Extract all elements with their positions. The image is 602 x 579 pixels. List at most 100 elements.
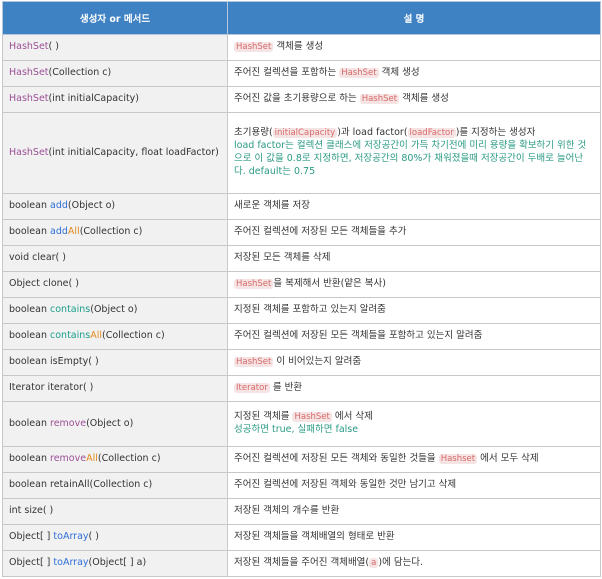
description-cell: 지정된 객체를 HashSet 에서 삭제 성공하면 true, 실패하면 fa… (227, 401, 601, 447)
method-name: HashSet (9, 93, 49, 105)
method-cell: boolean contains(Object o) (2, 297, 228, 324)
code-highlight: HashSet (359, 94, 400, 105)
description-text: 을 복제해서 반환(얕은 복사) (273, 278, 386, 290)
method-cell: HashSet(int initialCapacity) (2, 86, 228, 113)
description-cell: 저장된 모든 객체를 삭제 (227, 245, 601, 272)
description-cell: 새로운 객체를 저장 (227, 193, 601, 220)
code-highlight: HashSet (234, 279, 274, 290)
table-row: boolean removeAll(Collection c) 주어진 컬렉션에… (2, 446, 601, 473)
table-row: void clear( ) 저장된 모든 객체를 삭제 (2, 245, 601, 272)
table-row: boolean add(Object o) 새로운 객체를 저장 (2, 193, 601, 220)
method-cell: boolean removeAll(Collection c) (2, 446, 228, 473)
description-text: 주어진 값을 초기용량으로 하는 (234, 93, 360, 105)
description-note: load factor는 컬렉션 클래스에 저장공간이 가득 차기전에 미리 용… (234, 140, 587, 177)
table-row: boolean retainAll(Collection c) 주어진 컬렉션에… (2, 472, 601, 499)
description-text: 초기용량( (234, 127, 273, 139)
method-name: HashSet (9, 41, 49, 53)
table-row: boolean addAll(Collection c) 주어진 컬렉션에 저장… (2, 219, 601, 246)
table-row: boolean contains(Object o) 지정된 객체를 포함하고 … (2, 297, 601, 324)
code-highlight: HashSet (292, 412, 332, 423)
method-signature: ( ) (88, 531, 99, 543)
description-text: 객체를 생성 (399, 93, 449, 105)
description-text: )에 담는다. (378, 557, 424, 569)
method-name: toArray (53, 557, 89, 569)
method-cell: int size( ) (2, 498, 228, 525)
description-cell: 주어진 컬렉션에 저장된 객체와 동일한 것만 남기고 삭제 (227, 472, 601, 499)
description-text: 이 비어있는지 알려줌 (273, 356, 362, 368)
description-cell: 주어진 값을 초기용량으로 하는 HashSet 객체를 생성 (227, 86, 601, 113)
method-cell: void clear( ) (2, 245, 228, 272)
description-text: 주어진 컬렉션을 포함하는 (234, 67, 340, 79)
method-cell: boolean containsAll(Collection c) (2, 323, 228, 350)
method-cell: boolean addAll(Collection c) (2, 219, 228, 246)
table-row: boolean remove(Object o) 지정된 객체를 HashSet… (2, 401, 601, 447)
table-row: int size( ) 저장된 객체의 개수를 반환 (2, 498, 601, 525)
method-signature: (Collection c) (79, 226, 143, 238)
method-name-suffix: All (90, 330, 103, 342)
description-cell: Iterator 를 반환 (227, 375, 601, 402)
method-signature: (int initialCapacity, float loadFactor) (48, 146, 219, 158)
table-row: Object clone( ) HashSet 을 복제해서 반환(얕은 복사) (2, 271, 601, 298)
method-name: remove (50, 453, 87, 465)
header-method: 생성자 or 메서드 (2, 1, 228, 35)
description-text: 객체 생성 (378, 67, 420, 79)
description-line: 초기용량(initialCapacity)과 load factor(loadF… (234, 127, 594, 140)
return-type: boolean (9, 453, 51, 465)
method-cell: HashSet(Collection c) (2, 60, 228, 87)
table-header-row: 생성자 or 메서드 설 명 (2, 1, 601, 35)
description-text: 새로운 객체를 저장 (234, 200, 310, 212)
method-name: HashSet (9, 67, 49, 79)
method-signature: (Collection c) (48, 67, 112, 79)
method-signature: (Object[ ] a) (88, 557, 147, 569)
description-cell: 저장된 객체의 개수를 반환 (227, 498, 601, 525)
description-cell: 초기용량(initialCapacity)과 load factor(loadF… (227, 112, 601, 194)
return-type: Object[ ] (9, 557, 54, 569)
description-text: 저장된 객체들을 주어진 객체배열( (234, 557, 370, 569)
description-text: 주어진 컬렉션에 저장된 모든 객체와 동일한 것들을 (234, 453, 439, 465)
table-row: Object[ ] toArray( ) 저장된 객체들을 객체배열의 형태로 … (2, 524, 601, 551)
method-signature: void clear( ) (9, 252, 66, 264)
code-highlight: HashSet (234, 357, 274, 368)
return-type: boolean (9, 330, 51, 342)
code-highlight: Iterator (234, 383, 270, 394)
description-text: 주어진 컬렉션에 저장된 객체와 동일한 것만 남기고 삭제 (234, 479, 457, 491)
method-signature: int size( ) (9, 505, 54, 517)
description-text: )과 load factor( (337, 127, 408, 139)
return-type: boolean (9, 417, 51, 429)
method-name: HashSet (9, 146, 49, 158)
description-cell: 주어진 컬렉션을 포함하는 HashSet 객체 생성 (227, 60, 601, 87)
method-signature: Iterator iterator( ) (9, 382, 94, 394)
description-text: 주어진 컬렉션에 저장된 모든 객체들을 추가 (234, 226, 407, 238)
code-highlight: initialCapacity (272, 128, 338, 139)
code-highlight: Hashset (438, 454, 478, 465)
method-signature: (Object o) (67, 200, 116, 212)
description-text: 저장된 객체의 개수를 반환 (234, 505, 340, 517)
method-name-suffix: All (67, 226, 80, 238)
return-type: boolean (9, 304, 51, 316)
table-row: boolean containsAll(Collection c) 주어진 컬렉… (2, 323, 601, 350)
description-cell: HashSet 을 복제해서 반환(얕은 복사) (227, 271, 601, 298)
method-signature: (Object o) (90, 304, 138, 316)
table-row: boolean isEmpty( ) HashSet 이 비어있는지 알려줌 (2, 349, 601, 376)
table-row: HashSet(int initialCapacity) 주어진 값을 초기용량… (2, 86, 601, 113)
method-name-suffix: All (86, 453, 98, 465)
method-signature: (int initialCapacity) (48, 93, 140, 105)
method-cell: HashSet(int initialCapacity, float loadF… (2, 112, 228, 194)
method-cell: Object[ ] toArray( ) (2, 524, 228, 551)
description-cell: 주어진 컬렉션에 저장된 모든 객체들을 포함하고 있는지 알려줌 (227, 323, 601, 350)
method-cell: Object clone( ) (2, 271, 228, 298)
return-type: Object[ ] (9, 531, 54, 543)
method-cell: boolean remove(Object o) (2, 401, 228, 447)
code-highlight: HashSet (234, 42, 274, 53)
code-highlight: HashSet (339, 68, 379, 79)
description-cell: HashSet 이 비어있는지 알려줌 (227, 349, 601, 376)
description-cell: HashSet 객체를 생성 (227, 34, 601, 61)
method-signature: (Collection c) (102, 330, 165, 342)
hashset-methods-table: 생성자 or 메서드 설 명 HashSet ( ) HashSet 객체를 생성… (2, 1, 601, 577)
description-text: 를 반환 (269, 382, 303, 394)
table-row: HashSet(int initialCapacity, float loadF… (2, 112, 601, 194)
method-cell: boolean retainAll(Collection c) (2, 472, 228, 499)
code-highlight: loadFactor (407, 128, 456, 139)
description-text: )를 지정하는 생성자 (455, 127, 536, 139)
method-name: toArray (53, 531, 89, 543)
